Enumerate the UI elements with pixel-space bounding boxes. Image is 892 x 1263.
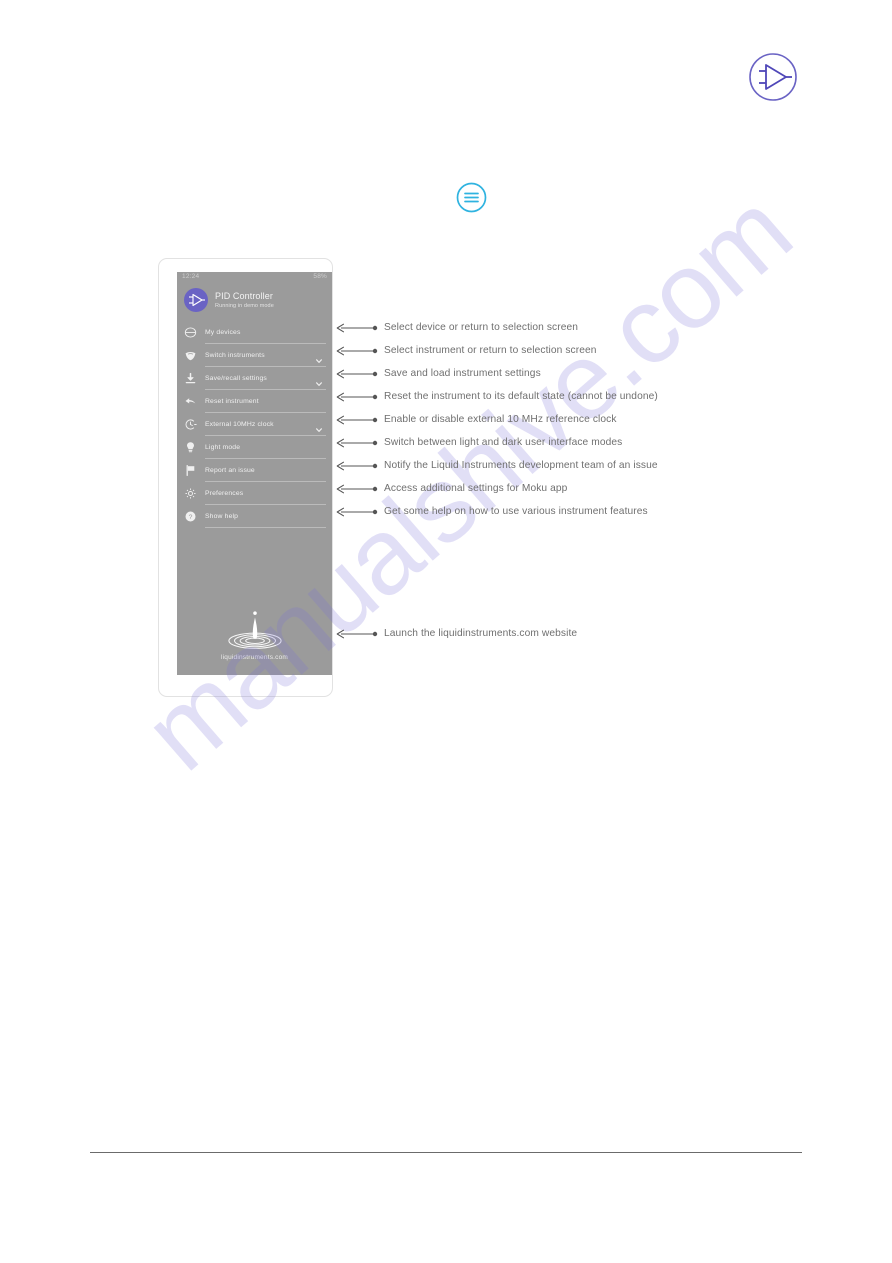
- svg-text:?: ?: [189, 514, 193, 521]
- flag-icon: [184, 464, 197, 477]
- left-arrow-icon: [335, 436, 379, 448]
- left-arrow-icon: [335, 321, 379, 333]
- annotation-callout: Select device or return to selection scr…: [335, 321, 578, 333]
- annotation-callout: Save and load instrument settings: [335, 367, 541, 379]
- annotation-callout: Notify the Liquid Instruments developmen…: [335, 459, 658, 471]
- menu-item-show-help[interactable]: ? Show help: [177, 505, 332, 528]
- annotation-text: Select device or return to selection scr…: [384, 321, 578, 333]
- menu-item-label: Reset instrument: [205, 398, 259, 405]
- brand-opamp-icon: [748, 52, 798, 102]
- annotation-callout: Switch between light and dark user inter…: [335, 436, 622, 448]
- annotation-callout: Access additional settings for Moku app: [335, 482, 567, 494]
- status-bar: 12:24 58%: [177, 272, 332, 285]
- left-arrow-icon: [335, 459, 379, 471]
- reset-arrow-icon: [184, 395, 197, 408]
- gear-icon: [184, 487, 197, 500]
- annotation-text: Switch between light and dark user inter…: [384, 436, 623, 448]
- menu-item-my-devices[interactable]: My devices: [177, 321, 332, 344]
- menu-item-light-mode[interactable]: Light mode: [177, 436, 332, 459]
- menu-separator: [205, 527, 326, 528]
- menu-item-label: Report an issue: [205, 467, 255, 474]
- menu-item-switch-instruments[interactable]: Switch instruments: [177, 344, 332, 367]
- annotation-text: Enable or disable external 10 MHz refere…: [384, 413, 617, 425]
- device-icon: [184, 326, 197, 339]
- instruments-icon: [184, 349, 197, 362]
- left-arrow-icon: [335, 482, 379, 494]
- annotation-callout: Enable or disable external 10 MHz refere…: [335, 413, 617, 425]
- water-droplet-ripple-icon: [177, 610, 332, 651]
- drawer-footer-logo[interactable]: liquidinstruments.com: [177, 610, 332, 661]
- left-arrow-icon: [335, 390, 379, 402]
- left-arrow-icon: [335, 413, 379, 425]
- annotation-callout: Get some help on how to use various inst…: [335, 505, 648, 517]
- question-circle-icon: ?: [184, 510, 197, 523]
- menu-item-external-10mhz-clock[interactable]: External 10MHz clock: [177, 413, 332, 436]
- clock-icon: [184, 418, 197, 431]
- instrument-name: PID Controller: [215, 291, 273, 302]
- menu-item-report-an-issue[interactable]: Report an issue: [177, 459, 332, 482]
- annotation-layer: Select device or return to selection scr…: [0, 0, 892, 1263]
- menu-item-label: Switch instruments: [205, 352, 265, 359]
- menu-item-label: Show help: [205, 513, 239, 520]
- annotation-text: Get some help on how to use various inst…: [384, 505, 648, 517]
- menu-item-label: My devices: [205, 329, 241, 336]
- menu-item-label: External 10MHz clock: [205, 421, 274, 428]
- chevron-down-icon[interactable]: [315, 421, 323, 432]
- annotation-text: Notify the Liquid Instruments developmen…: [384, 459, 658, 471]
- liquidinstruments-site-label: liquidinstruments.com: [220, 654, 289, 661]
- status-bar-time: 12:24: [182, 273, 200, 280]
- annotation-text: Save and load instrument settings: [384, 367, 541, 379]
- annotation-text: Access additional settings for Moku app: [384, 482, 568, 494]
- instrument-status: Running in demo mode: [215, 302, 274, 309]
- annotation-text: Reset the instrument to its default stat…: [384, 390, 658, 402]
- left-arrow-icon: [335, 367, 379, 379]
- drawer-menu-list: My devices Switch instruments Save/recal…: [177, 321, 332, 528]
- annotation-text: Launch the liquidinstruments.com website: [384, 627, 578, 639]
- navigation-drawer: 12:24 58% PID Controller Running in demo…: [177, 272, 332, 675]
- hamburger-menu-icon[interactable]: [456, 182, 487, 213]
- status-bar-battery: 58%: [313, 273, 327, 280]
- instrument-opamp-icon: [184, 288, 208, 312]
- annotation-text: Select instrument or return to selection…: [384, 344, 597, 356]
- chevron-down-icon[interactable]: [315, 352, 323, 363]
- menu-item-preferences[interactable]: Preferences: [177, 482, 332, 505]
- save-download-icon: [184, 372, 197, 385]
- menu-item-label: Preferences: [205, 490, 244, 497]
- menu-item-label: Light mode: [205, 444, 241, 451]
- lightbulb-icon: [184, 441, 197, 454]
- left-arrow-icon: [335, 505, 379, 517]
- left-arrow-icon: [335, 344, 379, 356]
- annotation-callout: Select instrument or return to selection…: [335, 344, 597, 356]
- annotation-callout: Reset the instrument to its default stat…: [335, 390, 658, 402]
- menu-item-save-recall-settings[interactable]: Save/recall settings: [177, 367, 332, 390]
- drawer-header[interactable]: PID Controller Running in demo mode: [177, 285, 332, 321]
- chevron-down-icon[interactable]: [315, 375, 323, 386]
- menu-item-label: Save/recall settings: [205, 375, 267, 382]
- left-arrow-icon: [335, 627, 379, 639]
- annotation-callout: Launch the liquidinstruments.com website: [335, 627, 577, 639]
- page-footer-divider: [90, 1152, 802, 1153]
- menu-item-reset-instrument[interactable]: Reset instrument: [177, 390, 332, 413]
